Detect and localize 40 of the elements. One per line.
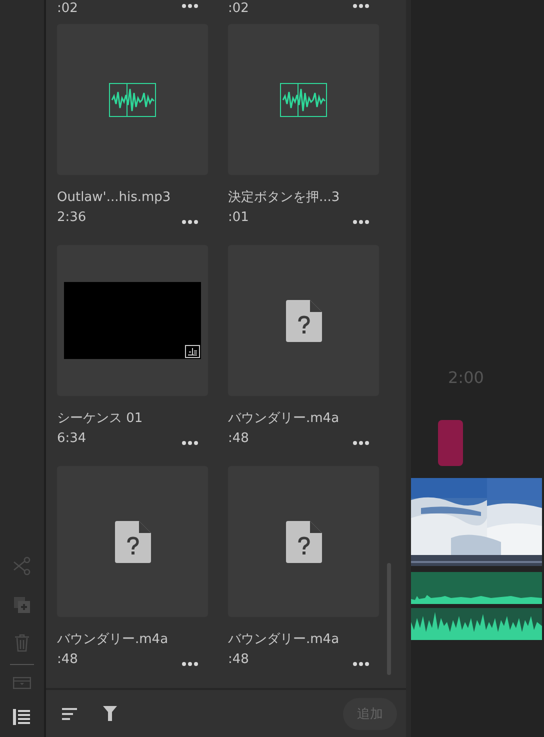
clip-thumbnail[interactable] [57,245,208,396]
unknown-file-icon [286,300,322,342]
clip-thumbnail[interactable] [57,466,208,617]
clip-duration: :48 [228,651,249,669]
more-button[interactable] [351,218,371,226]
unknown-file-icon [286,520,322,562]
clip-name: バウンダリー.m4a [228,631,340,649]
clip-name: バウンダリー.m4a [228,410,340,428]
clip-duration: :02 [57,0,78,18]
clip-duration: 6:34 [57,430,86,448]
clip-duration: :48 [57,651,78,669]
waveform-icon [280,82,327,116]
audio-track-drawing[interactable] [411,572,542,604]
more-button[interactable] [180,2,200,10]
clip-duration: :02 [228,0,249,18]
clip-thumbnail[interactable] [57,24,208,175]
more-button[interactable] [180,218,200,226]
filter-icon[interactable] [103,706,117,721]
more-button[interactable] [351,660,371,668]
audio-track-drawing[interactable] [411,608,542,640]
sort-icon[interactable] [62,708,77,720]
clip-name: シーケンス 01 [57,410,144,428]
clip-duration: :01 [228,209,249,227]
clip-name: 決定ボタンを押...3 [228,189,341,207]
more-button[interactable] [180,439,200,447]
playhead-marker[interactable] [438,420,463,466]
clip-name: Outlaw'...his.mp3 [57,189,172,207]
waveform-icon [109,82,156,116]
clip-duration: :48 [228,430,249,448]
unknown-file-icon [114,520,150,562]
clip-duration: 2:36 [57,209,86,227]
clip-thumbnail[interactable] [228,245,379,396]
clip-thumbnail[interactable] [228,466,379,617]
clip-name: バウンダリー.m4a [57,631,170,649]
sequence-icon [185,345,200,358]
clip-thumbnail[interactable] [228,24,379,175]
more-button[interactable] [351,439,371,447]
more-button[interactable] [180,660,200,668]
list-icon[interactable] [13,709,31,725]
more-button[interactable] [351,2,371,10]
